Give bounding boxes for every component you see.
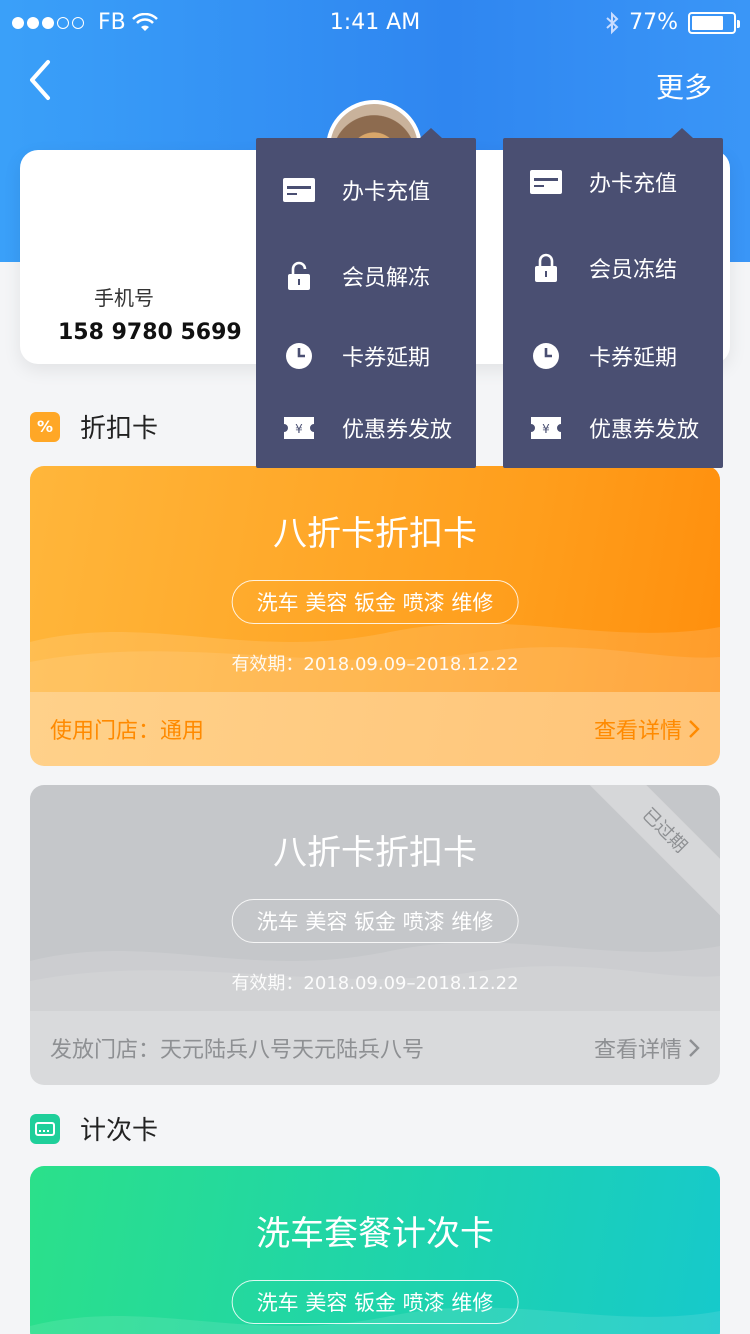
chevron-right-icon: [689, 720, 700, 738]
menu-item-label: 会员解冻: [342, 266, 431, 291]
svg-text:¥: ¥: [542, 422, 550, 436]
coupon-icon: ¥: [282, 413, 316, 443]
menu-item-label: 卡券延期: [589, 346, 678, 371]
menu-item-label: 优惠券发放: [342, 418, 453, 443]
menu-item-label: 优惠券发放: [589, 418, 700, 443]
card-store: 发放门店：天元陆兵八号天元陆兵八号: [50, 1038, 425, 1063]
menu-arrow: [420, 128, 442, 138]
battery-icon: [688, 11, 740, 34]
card-tags: 洗车 美容 钣金 喷漆 维修: [231, 899, 519, 943]
view-details-link[interactable]: 查看详情: [594, 713, 700, 745]
section-count: 计次卡: [30, 1110, 158, 1147]
card-top: 已过期 八折卡折扣卡 洗车 美容 钣金 喷漆 维修 有效期：2018.09.09…: [30, 785, 720, 1011]
status-bar: FB 1:41 AM 77%: [0, 0, 750, 46]
view-details-label: 查看详情: [593, 1038, 682, 1063]
menu-item-coupon-issue[interactable]: ¥ 优惠券发放: [256, 398, 476, 458]
menu-item-label: 卡券延期: [342, 346, 431, 371]
menu-item-label: 办卡充值: [589, 172, 678, 197]
card-tags: 洗车 美容 钣金 喷漆 维修: [231, 580, 519, 624]
card-icon: [529, 167, 563, 197]
dropdown-menu-right: 办卡充值 会员冻结 卡券延期 ¥ 优惠券发放: [503, 128, 723, 468]
coupon-icon: ¥: [529, 413, 563, 443]
clock-icon: [282, 341, 316, 371]
expired-discount-card[interactable]: 已过期 八折卡折扣卡 洗车 美容 钣金 喷漆 维修 有效期：2018.09.09…: [30, 785, 720, 1085]
svg-text:¥: ¥: [295, 422, 303, 436]
card-validity: 有效期：2018.09.09–2018.12.22: [231, 973, 519, 994]
clock-icon: [529, 341, 563, 371]
card-bottom: 使用门店：通用 查看详情: [30, 692, 720, 766]
count-card[interactable]: 洗车套餐计次卡 洗车 美容 钣金 喷漆 维修: [30, 1166, 720, 1334]
card-store: 使用门店：通用: [50, 719, 205, 744]
lock-icon: [529, 253, 563, 283]
card-title: 八折卡折扣卡: [273, 833, 477, 873]
section-discount: % 折扣卡: [30, 408, 158, 445]
phone-label: 手机号: [94, 286, 154, 310]
battery-level: [692, 15, 723, 30]
menu-item-label: 会员冻结: [589, 258, 678, 283]
percent-glyph: %: [36, 417, 54, 436]
discount-card[interactable]: 八折卡折扣卡 洗车 美容 钣金 喷漆 维修 有效期：2018.09.09–201…: [30, 466, 720, 766]
menu-item-card-recharge[interactable]: 办卡充值: [503, 152, 723, 212]
card-bottom: 发放门店：天元陆兵八号天元陆兵八号 查看详情: [30, 1011, 720, 1085]
battery-percent: 77%: [629, 10, 678, 35]
menu-item-voucher-extend[interactable]: 卡券延期: [256, 326, 476, 386]
menu-item-label: 办卡充值: [342, 180, 431, 205]
section-discount-title: 折扣卡: [80, 414, 159, 444]
back-arrow-icon[interactable]: [24, 58, 64, 102]
count-card-icon: [30, 1113, 60, 1144]
menu-item-member-freeze[interactable]: 会员冻结: [503, 238, 723, 298]
unlock-icon: [282, 261, 316, 291]
card-title: 八折卡折扣卡: [273, 514, 477, 554]
menu-item-member-unfreeze[interactable]: 会员解冻: [256, 246, 476, 306]
menu-item-voucher-extend[interactable]: 卡券延期: [503, 326, 723, 386]
chevron-right-icon: [689, 1039, 700, 1057]
section-count-title: 计次卡: [80, 1116, 159, 1146]
menu-arrow: [671, 128, 693, 138]
card-top: 洗车套餐计次卡 洗车 美容 钣金 喷漆 维修: [30, 1166, 720, 1334]
percent-icon: %: [30, 411, 60, 442]
dropdown-menu-left: 办卡充值 会员解冻 卡券延期 ¥ 优惠券发放: [256, 128, 476, 468]
phone-number: 158 9780 5699: [58, 320, 242, 345]
card-validity: 有效期：2018.09.09–2018.12.22: [231, 654, 519, 675]
view-details-link[interactable]: 查看详情: [594, 1032, 700, 1064]
card-icon: [282, 175, 316, 205]
card-tags: 洗车 美容 钣金 喷漆 维修: [231, 1280, 519, 1324]
card-title: 洗车套餐计次卡: [256, 1214, 494, 1254]
more-button[interactable]: 更多: [656, 66, 712, 106]
bluetooth-icon: [606, 11, 619, 34]
view-details-label: 查看详情: [593, 719, 682, 744]
status-right: 77%: [605, 10, 740, 35]
menu-item-coupon-issue[interactable]: ¥ 优惠券发放: [503, 398, 723, 458]
card-top: 八折卡折扣卡 洗车 美容 钣金 喷漆 维修 有效期：2018.09.09–201…: [30, 466, 720, 692]
menu-item-card-recharge[interactable]: 办卡充值: [256, 160, 476, 220]
